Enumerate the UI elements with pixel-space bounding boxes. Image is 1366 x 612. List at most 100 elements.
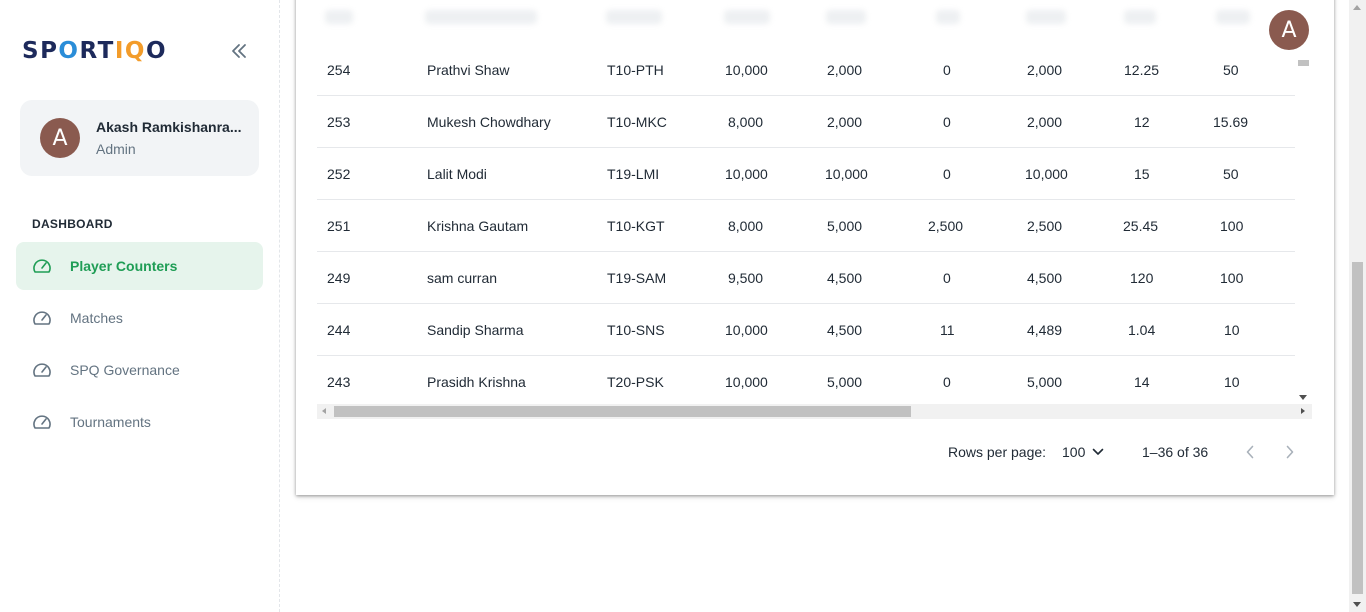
header-ghost xyxy=(936,10,960,24)
gauge-icon xyxy=(33,259,51,273)
rows-per-page-value: 100 xyxy=(1062,444,1086,460)
cell-code: T20-PSK xyxy=(607,374,664,390)
logo-text: SPORTIQO xyxy=(22,38,168,64)
cell-value: 25.45 xyxy=(1123,218,1159,234)
cell-value: 10 xyxy=(1224,322,1240,338)
cell-value: 0 xyxy=(943,374,951,390)
header-ghost xyxy=(1026,10,1066,24)
scroll-down-arrow-icon[interactable] xyxy=(1353,602,1361,607)
table-horizontal-scrollbar[interactable] xyxy=(317,404,1312,419)
scroll-left-arrow-icon[interactable] xyxy=(322,408,326,414)
cell-name: Sandip Sharma xyxy=(427,322,524,338)
cell-id: 243 xyxy=(327,374,351,390)
table-header-overlay xyxy=(296,0,1334,60)
header-ghost xyxy=(724,10,770,24)
rows-per-page-select[interactable]: 100 xyxy=(1062,440,1112,464)
double-chevron-left-icon xyxy=(232,44,246,58)
table-row[interactable]: 243 Prasidh Krishna T20-PSK 10,000 5,000… xyxy=(317,356,1295,404)
table-row[interactable]: 251 Krishna Gautam T10-KGT 8,000 5,000 2… xyxy=(317,200,1295,252)
cell-id: 252 xyxy=(327,166,351,182)
cell-code: T10-SNS xyxy=(607,322,665,338)
cell-code: T10-MKC xyxy=(607,114,667,130)
cell-value: 0 xyxy=(943,166,951,182)
cell-value: 1.04 xyxy=(1128,322,1156,338)
scroll-down-arrow-icon[interactable] xyxy=(1299,395,1307,400)
cell-value: 0 xyxy=(943,270,951,286)
sidebar-item-spq-governance[interactable]: SPQ Governance xyxy=(16,346,263,394)
rows-per-page-label: Rows per page: xyxy=(948,444,1047,460)
header-ghost xyxy=(1124,10,1156,24)
sidebar-item-tournaments[interactable]: Tournaments xyxy=(16,398,263,446)
cell-id: 251 xyxy=(327,218,351,234)
cell-value: 11 xyxy=(940,322,955,338)
cell-id: 244 xyxy=(327,322,351,338)
pagination-range: 1–36 of 36 xyxy=(1142,444,1209,460)
cell-id: 249 xyxy=(327,270,351,286)
account-card[interactable]: A Akash Ramkishanra... Admin xyxy=(20,100,259,176)
sidebar: SPORTIQO A Akash Ramkishanra... Admin DA… xyxy=(0,0,280,612)
table-row[interactable]: 253 Mukesh Chowdhary T10-MKC 8,000 2,000… xyxy=(317,96,1295,148)
cell-code: T19-SAM xyxy=(607,270,667,286)
cell-value: 2,000 xyxy=(827,114,863,130)
sidebar-item-label: SPQ Governance xyxy=(70,362,180,378)
gauge-icon xyxy=(33,311,51,325)
table-vertical-scrollbar[interactable] xyxy=(1295,60,1312,404)
nav-section-title: DASHBOARD xyxy=(32,217,113,231)
cell-value: 14 xyxy=(1134,374,1150,390)
previous-page-button[interactable] xyxy=(1238,440,1262,464)
cell-value: 9,500 xyxy=(728,270,764,286)
sidebar-item-player-counters[interactable]: Player Counters xyxy=(16,242,263,290)
cell-value: 10,000 xyxy=(825,166,868,182)
cell-value: 4,500 xyxy=(827,322,863,338)
cell-value: 120 xyxy=(1130,270,1154,286)
cell-value: 100 xyxy=(1220,270,1244,286)
cell-id: 253 xyxy=(327,114,351,130)
next-page-button[interactable] xyxy=(1278,440,1302,464)
cell-code: T19-LMI xyxy=(607,166,660,182)
user-avatar-button[interactable]: A xyxy=(1269,10,1309,50)
sidebar-item-label: Player Counters xyxy=(70,258,178,274)
collapse-sidebar-button[interactable] xyxy=(226,38,252,64)
cell-value: 15 xyxy=(1134,166,1150,182)
data-table: 254 Prathvi Shaw T10-PTH 10,000 2,000 0 … xyxy=(317,44,1295,404)
cell-value: 8,000 xyxy=(728,218,764,234)
header-ghost xyxy=(325,10,353,24)
sportiqo-logo[interactable]: SPORTIQO xyxy=(22,38,167,64)
cell-value: 10,000 xyxy=(1025,166,1068,182)
sidebar-item-label: Tournaments xyxy=(70,414,151,430)
table-row[interactable]: 249 sam curran T19-SAM 9,500 4,500 0 4,5… xyxy=(317,252,1295,304)
cell-value: 2,500 xyxy=(928,218,964,234)
chevron-down-icon xyxy=(1093,448,1104,455)
cell-value: 50 xyxy=(1223,166,1239,182)
sidebar-item-matches[interactable]: Matches xyxy=(16,294,263,342)
cell-value: 4,489 xyxy=(1027,322,1063,338)
scroll-right-arrow-icon[interactable] xyxy=(1301,408,1305,414)
page-vertical-scrollbar[interactable] xyxy=(1349,0,1366,612)
chevron-left-icon xyxy=(1246,445,1254,459)
cell-name: sam curran xyxy=(427,270,498,286)
gauge-icon xyxy=(33,415,51,429)
chevron-right-icon xyxy=(1286,445,1294,459)
table-row[interactable]: 244 Sandip Sharma T10-SNS 10,000 4,500 1… xyxy=(317,304,1295,356)
account-name: Akash Ramkishanra... xyxy=(96,119,242,135)
cell-value: 100 xyxy=(1220,218,1244,234)
gauge-icon xyxy=(33,363,51,377)
header-ghost xyxy=(1216,10,1250,24)
cell-value: 15.69 xyxy=(1213,114,1249,130)
cell-value: 2,000 xyxy=(1027,114,1063,130)
avatar: A xyxy=(40,118,80,158)
cell-value: 10,000 xyxy=(725,374,768,390)
cell-value: 2,500 xyxy=(1027,218,1063,234)
table-row[interactable]: 252 Lalit Modi T19-LMI 10,000 10,000 0 1… xyxy=(317,148,1295,200)
scrollbar-thumb[interactable] xyxy=(1298,60,1309,66)
scroll-up-arrow-icon[interactable] xyxy=(1353,5,1361,10)
cell-value: 10,000 xyxy=(725,322,768,338)
cell-value: 5,000 xyxy=(1027,374,1063,390)
scrollbar-thumb[interactable] xyxy=(1352,262,1363,594)
header-ghost xyxy=(606,10,662,24)
cell-value: 10,000 xyxy=(725,166,768,182)
cell-name: Prasidh Krishna xyxy=(427,374,526,390)
scrollbar-thumb[interactable] xyxy=(334,406,911,417)
header-ghost xyxy=(425,10,537,24)
account-role: Admin xyxy=(96,141,136,157)
